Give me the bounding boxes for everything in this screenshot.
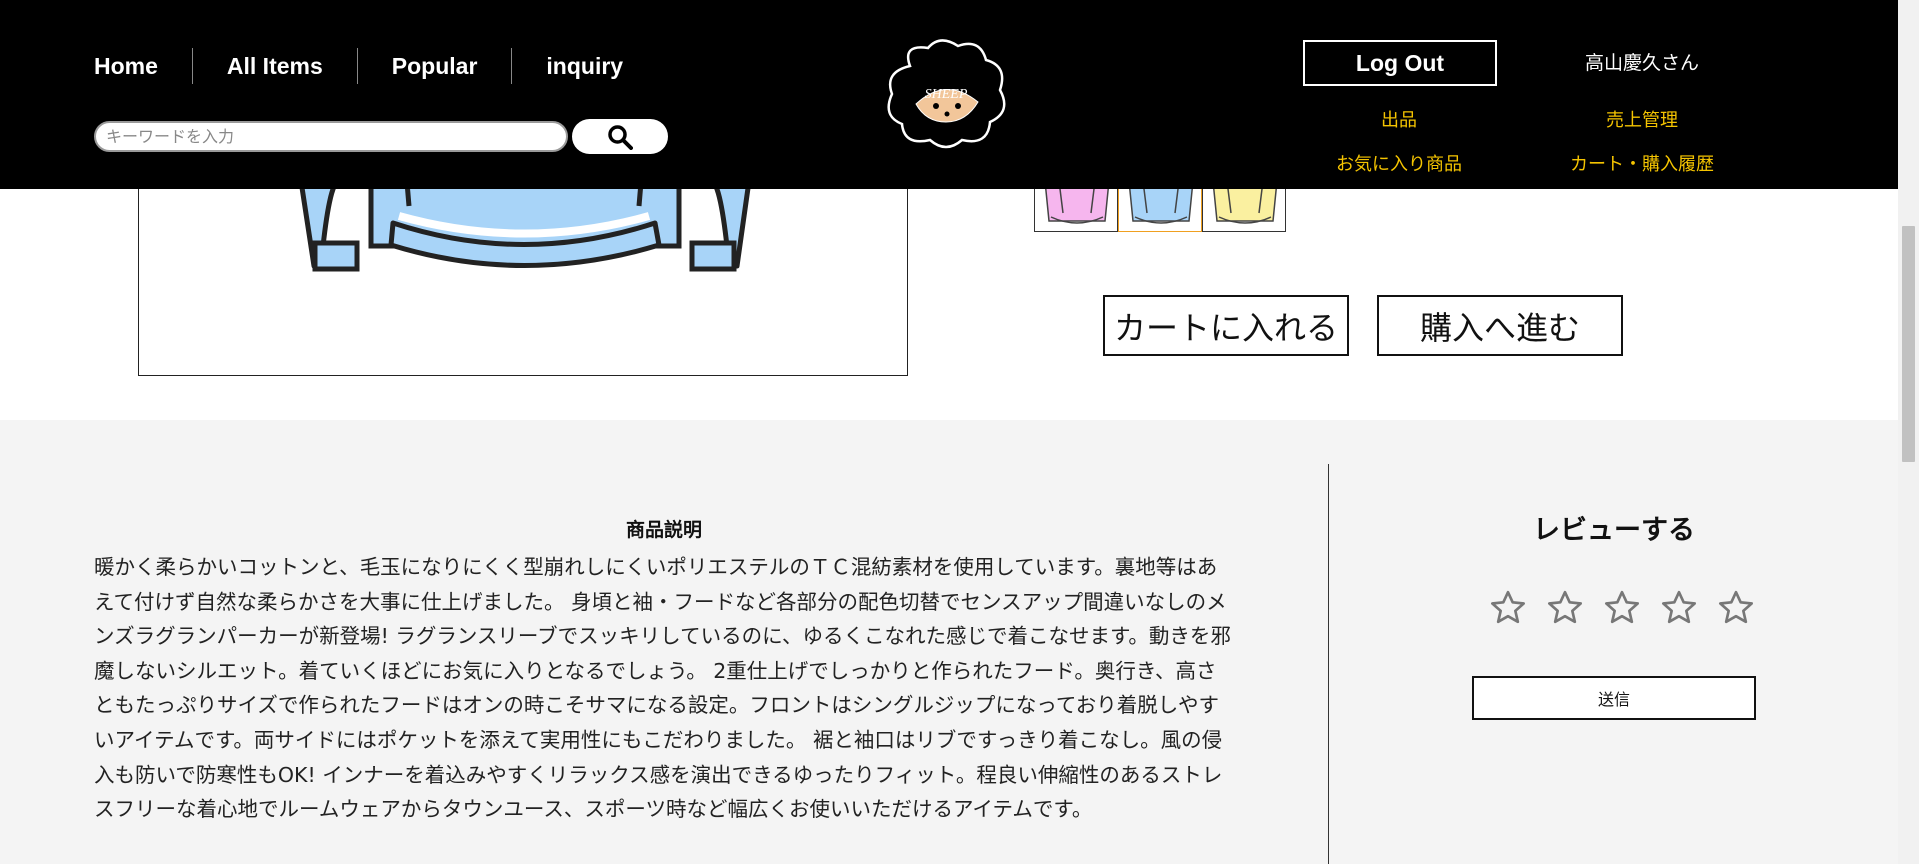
search-icon [608, 124, 633, 150]
description-text: 暖かく柔らかいコットンと、毛玉になりにくく型崩れしにくいポリエステルのＴＣ混紡素… [94, 555, 1231, 822]
nav-divider [356, 48, 358, 84]
star-2[interactable] [1536, 585, 1593, 631]
nav-divider [511, 48, 513, 84]
nav-all-items[interactable]: All Items [227, 53, 323, 80]
review-submit-button[interactable]: 送信 [1472, 676, 1756, 720]
star-outline-icon [1604, 590, 1639, 624]
link-sales-management[interactable]: 売上管理 [1592, 106, 1692, 132]
review-title: レビューする [1533, 515, 1695, 546]
page: カートに入れる 購入へ進む Home All Items Popular inq… [0, 0, 1898, 864]
description-title: 商品説明 [625, 519, 702, 541]
buy-now-button[interactable]: 購入へ進む [1377, 295, 1623, 356]
link-cart-history[interactable]: カート・購入履歴 [1549, 150, 1735, 176]
nav-home[interactable]: Home [94, 53, 158, 80]
star-5[interactable] [1707, 585, 1764, 631]
rating-stars [1479, 585, 1764, 631]
site-logo[interactable]: SHEEP [880, 36, 1014, 151]
star-outline-icon [1661, 590, 1696, 624]
search-input[interactable] [94, 121, 568, 152]
star-3[interactable] [1593, 585, 1650, 631]
nav-popular[interactable]: Popular [392, 53, 478, 80]
star-outline-icon [1490, 590, 1525, 624]
site-header: Home All Items Popular inquiry SHEEP [0, 0, 1898, 189]
details-section: 商品説明 暖かく柔らかいコットンと、毛玉になりにくく型崩れしにくいポリエステルの… [0, 420, 1898, 864]
scrollbar-thumb[interactable] [1902, 226, 1915, 462]
star-4[interactable] [1650, 585, 1707, 631]
nav-inquiry[interactable]: inquiry [546, 53, 623, 80]
sheep-logo-icon: SHEEP [887, 39, 1006, 149]
add-to-cart-button[interactable]: カートに入れる [1103, 295, 1349, 356]
star-outline-icon [1547, 590, 1582, 624]
search-button[interactable] [572, 119, 668, 154]
link-listing[interactable]: 出品 [1349, 106, 1449, 132]
section-divider [1328, 464, 1329, 864]
link-favorites[interactable]: お気に入り商品 [1309, 150, 1489, 176]
star-outline-icon [1718, 590, 1753, 624]
scrollbar[interactable] [1898, 0, 1919, 864]
logout-button[interactable]: Log Out [1303, 40, 1497, 86]
user-name: 高山慶久さん [1584, 52, 1699, 74]
star-1[interactable] [1479, 585, 1536, 631]
main-nav: Home All Items Popular inquiry [94, 48, 623, 84]
nav-divider [191, 48, 193, 84]
logo-text: SHEEP [925, 87, 968, 102]
